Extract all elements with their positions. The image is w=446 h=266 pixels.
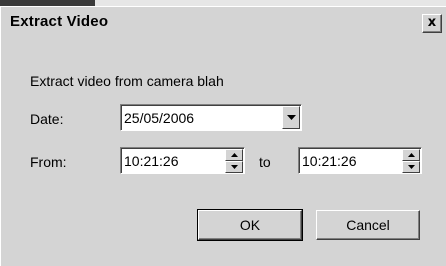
from-label: From: <box>30 154 67 170</box>
from-time-input[interactable]: 10:21:26 <box>120 147 245 174</box>
to-time-input[interactable]: 10:21:26 <box>298 147 422 174</box>
close-icon: x <box>427 15 437 30</box>
from-time-decrement-button[interactable] <box>225 161 243 173</box>
extract-video-dialog: Extract Video x Extract video from camer… <box>0 6 446 266</box>
arrow-down-icon <box>231 165 238 169</box>
from-time-increment-button[interactable] <box>225 149 243 161</box>
from-time-value: 10:21:26 <box>124 153 179 169</box>
to-time-value: 10:21:26 <box>302 153 357 169</box>
ok-button[interactable]: OK <box>197 209 303 241</box>
close-button[interactable]: x <box>422 14 442 33</box>
dialog-title: Extract Video <box>10 13 109 30</box>
chevron-down-icon <box>287 115 296 120</box>
cancel-button[interactable]: Cancel <box>316 210 420 240</box>
date-dropdown[interactable]: 25/05/2006 <box>120 104 302 131</box>
date-dropdown-button[interactable] <box>282 106 300 129</box>
description-text: Extract video from camera blah <box>30 73 224 89</box>
arrow-down-icon <box>408 165 415 169</box>
arrow-up-icon <box>408 153 415 157</box>
to-time-decrement-button[interactable] <box>402 161 420 173</box>
to-label: to <box>259 154 271 170</box>
to-time-increment-button[interactable] <box>402 149 420 161</box>
date-value: 25/05/2006 <box>124 110 195 126</box>
date-label: Date: <box>30 111 64 127</box>
title-bar[interactable]: Extract Video x <box>1 7 446 39</box>
arrow-up-icon <box>231 153 238 157</box>
